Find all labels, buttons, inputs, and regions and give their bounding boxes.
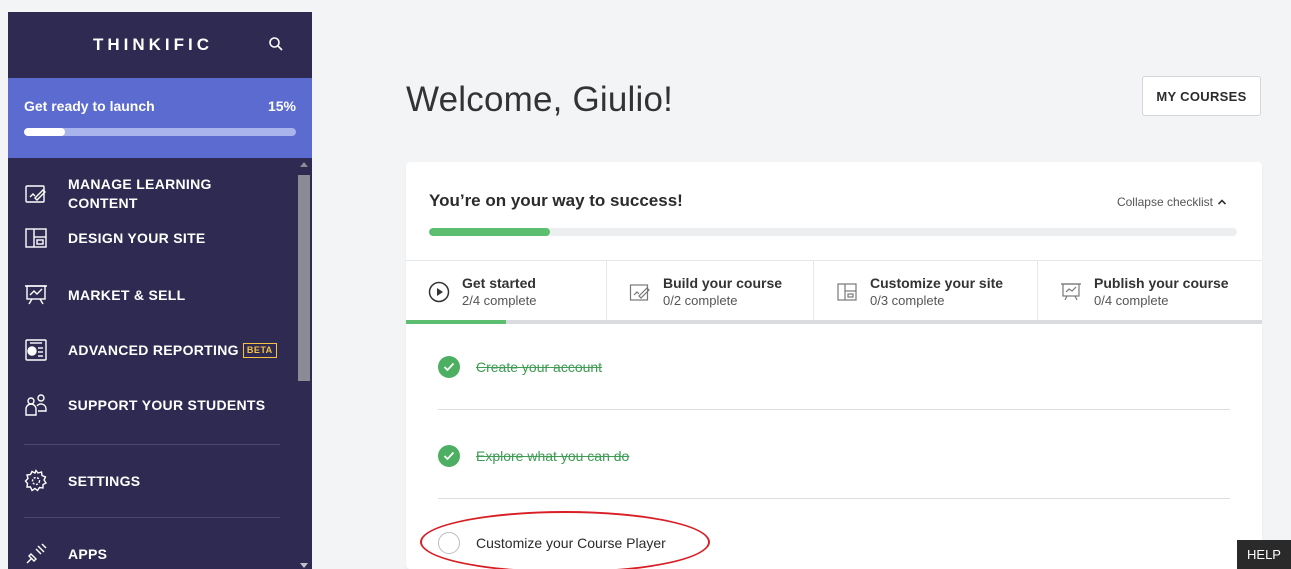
collapse-checklist-link[interactable]: Collapse checklist [1117, 195, 1226, 209]
tab-title: Build your course [663, 275, 783, 291]
launch-percent: 15% [267, 98, 296, 114]
collapse-checklist-label: Collapse checklist [1116, 195, 1213, 209]
incomplete-circle-icon[interactable] [438, 532, 460, 554]
presentation-chart-icon [25, 285, 47, 305]
tab-customize-your-site[interactable]: Customize your site 0/3 complete [814, 261, 1038, 323]
sidebar-item-label: DESIGN YOUR SITE [68, 229, 206, 246]
task-divider [438, 409, 1230, 410]
task-create-account[interactable]: Create your account [438, 356, 602, 378]
search-icon[interactable] [268, 36, 284, 52]
launch-checklist-card: You’re on your way to success! Collapse … [406, 162, 1262, 569]
sidebar-item-market-and-sell[interactable]: MARKET & SELL [8, 266, 296, 324]
play-circle-icon [428, 281, 450, 303]
tab-subtitle: 0/3 complete [870, 293, 945, 308]
tab-build-your-course[interactable]: Build your course 0/2 complete [607, 261, 814, 323]
reporting-icon [25, 339, 47, 361]
tab-title: Publish your course [1094, 275, 1229, 291]
launch-progress-bar [24, 128, 296, 136]
tab-subtitle: 0/2 complete [663, 293, 738, 308]
sidebar-item-apps[interactable]: APPS [8, 518, 296, 569]
brand-header: THINKIFIC [8, 12, 312, 78]
tab-get-started[interactable]: Get started 2/4 complete [406, 261, 607, 323]
checklist-title: You’re on your way to success! [429, 191, 683, 210]
plug-icon [26, 543, 47, 564]
task-label: Customize your Course Player [476, 535, 666, 551]
edit-icon [629, 284, 650, 301]
task-divider [438, 498, 1230, 499]
students-icon [25, 394, 47, 416]
sidebar-scrollbar-thumb[interactable] [298, 175, 310, 381]
layout-icon [837, 283, 857, 301]
my-courses-button[interactable]: MY COURSES [1142, 76, 1261, 116]
sidebar-item-settings[interactable]: SETTINGS [8, 445, 296, 517]
presentation-chart-icon [1061, 283, 1081, 301]
sidebar: THINKIFIC Get ready to launch 15% MANAGE… [8, 12, 312, 569]
sidebar-item-support-your-students[interactable]: SUPPORT YOUR STUDENTS [8, 376, 296, 434]
checklist-progress-bar [429, 228, 1237, 236]
help-button[interactable]: HELP [1237, 540, 1291, 569]
page-title: Welcome, Giulio! [406, 80, 674, 119]
checkmark-icon [438, 445, 460, 467]
active-tab-indicator [406, 320, 506, 324]
manage-content-icon [25, 185, 46, 203]
tab-subtitle: 2/4 complete [462, 293, 537, 308]
sidebar-item-label: MARKET & SELL [68, 286, 186, 303]
checkmark-icon [438, 356, 460, 378]
tab-title: Customize your site [870, 275, 1004, 291]
launch-progress-fill [24, 128, 65, 136]
advanced-reporting-label: ADVANCED REPORTING [68, 341, 239, 358]
launch-label: Get ready to launch [24, 98, 155, 114]
task-label: Create your account [476, 359, 603, 375]
launch-progress-panel[interactable]: Get ready to launch 15% [8, 78, 312, 158]
sidebar-nav: MANAGE LEARNING CONTENT DESIGN YOUR SITE… [8, 158, 296, 569]
beta-badge: BETA [242, 342, 277, 358]
gear-icon [24, 469, 48, 492]
scroll-down-arrow-icon[interactable] [300, 563, 308, 568]
brand-logo[interactable]: THINKIFIC [93, 35, 213, 55]
chevron-up-icon [1218, 199, 1226, 205]
sidebar-item-design-your-site[interactable]: DESIGN YOUR SITE [8, 218, 296, 258]
layout-icon [25, 228, 47, 248]
sidebar-item-label: ADVANCED REPORTING BETA [68, 341, 277, 360]
task-customize-course-player[interactable]: Customize your Course Player [438, 532, 666, 554]
sidebar-item-label: APPS [68, 545, 108, 562]
task-label: Explore what you can do [476, 448, 630, 464]
tab-subtitle: 0/4 complete [1094, 293, 1169, 308]
sidebar-item-advanced-reporting[interactable]: ADVANCED REPORTING BETA [8, 324, 296, 376]
scroll-up-arrow-icon[interactable] [300, 162, 308, 167]
checklist-tabs: Get started 2/4 complete Build your cour… [406, 260, 1262, 323]
tabs-underline-track [406, 320, 1262, 324]
checklist-progress-fill [429, 228, 551, 236]
tab-publish-your-course[interactable]: Publish your course 0/4 complete [1038, 261, 1262, 323]
sidebar-item-label: SETTINGS [68, 472, 141, 489]
sidebar-item-label: MANAGE LEARNING CONTENT [68, 176, 212, 211]
tab-title: Get started [462, 275, 536, 291]
task-explore[interactable]: Explore what you can do [438, 445, 629, 467]
sidebar-item-label: SUPPORT YOUR STUDENTS [68, 396, 266, 413]
